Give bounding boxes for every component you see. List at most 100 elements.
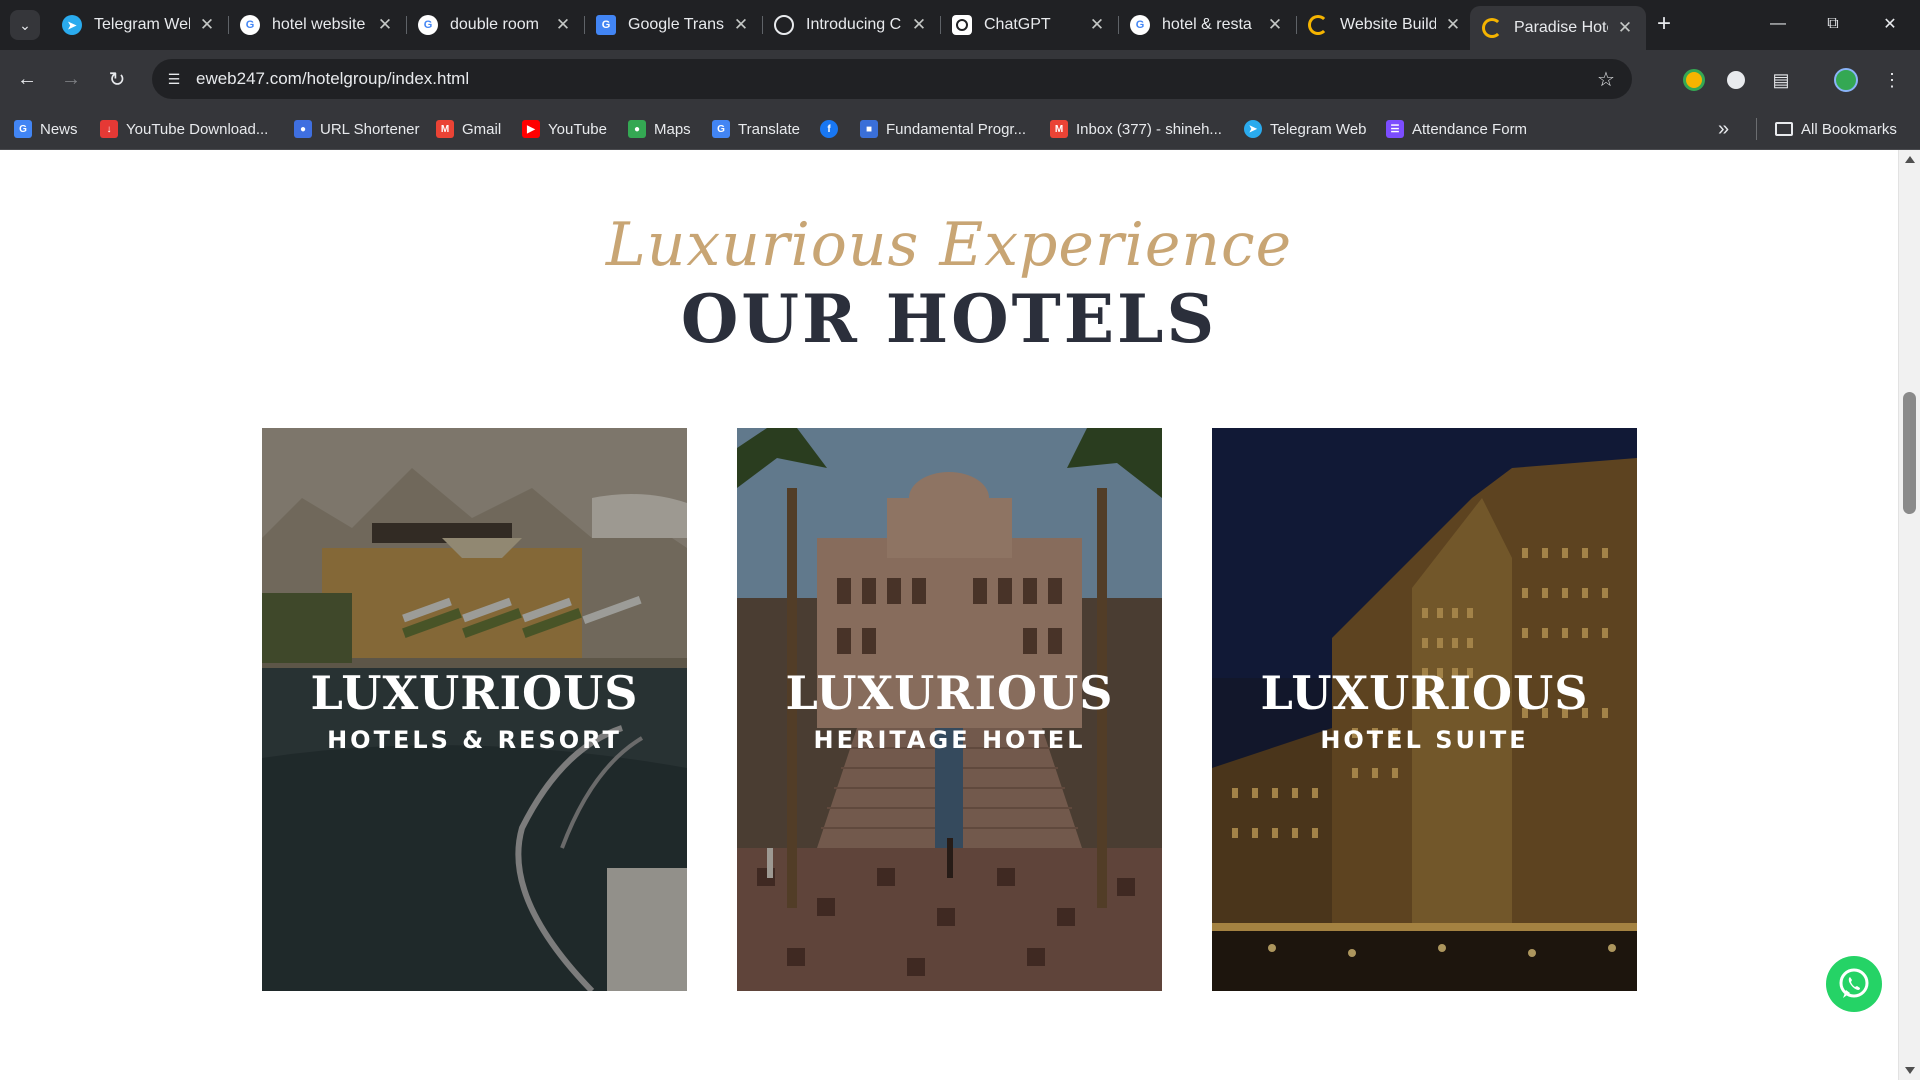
- bookmark-maps[interactable]: ● Maps: [628, 118, 691, 140]
- profile-avatar[interactable]: [1832, 66, 1860, 94]
- tab-title: double room: [450, 16, 539, 33]
- close-icon[interactable]: ✕: [1444, 15, 1462, 35]
- tab-telegram-web[interactable]: ➤ Telegram Web ✕: [50, 8, 229, 42]
- bookmark-label: Maps: [654, 120, 691, 138]
- new-tab-button[interactable]: +: [1650, 10, 1678, 38]
- close-icon[interactable]: ✕: [1616, 18, 1634, 38]
- google-icon: G: [240, 15, 260, 35]
- download-icon: ↓: [100, 120, 118, 138]
- card-subtitle: HOTEL SUITE: [1320, 726, 1529, 754]
- url-text[interactable]: eweb247.com/hotelgroup/index.html: [196, 69, 469, 89]
- back-button[interactable]: ←: [12, 64, 42, 94]
- tab-title: Website Build: [1340, 16, 1436, 33]
- extension-circle-icon[interactable]: [1722, 66, 1750, 94]
- builder-icon: [1308, 15, 1328, 35]
- menu-kebab-icon[interactable]: ⋮: [1878, 66, 1906, 94]
- extension-chrome-on-icon[interactable]: [1680, 66, 1708, 94]
- close-icon[interactable]: ✕: [732, 15, 750, 35]
- tab-chatgpt[interactable]: ChatGPT ✕: [940, 8, 1119, 42]
- restore-button[interactable]: ⧉: [1813, 10, 1853, 38]
- close-icon[interactable]: ✕: [554, 15, 572, 35]
- bookmarks-bar: G News ↓ YouTube Download... ● URL Shortene…: [0, 108, 1920, 150]
- facebook-icon: f: [820, 120, 838, 138]
- close-icon[interactable]: ✕: [910, 15, 928, 35]
- tab-title: Google Transl: [628, 16, 724, 33]
- hotel-card-heritage[interactable]: LUXURIOUS HERITAGE HOTEL: [737, 428, 1162, 991]
- restore-icon: ⧉: [1827, 15, 1839, 32]
- tab-hotel-restaurant[interactable]: G hotel & resta ✕: [1118, 8, 1297, 42]
- tab-introducing[interactable]: Introducing C ✕: [762, 8, 941, 42]
- minimize-icon: —: [1770, 15, 1786, 32]
- maps-pin-icon: ●: [628, 120, 646, 138]
- google-icon: G: [1130, 15, 1150, 35]
- extensions-puzzle-icon[interactable]: ▤: [1767, 66, 1795, 94]
- classroom-icon: ■: [860, 120, 878, 138]
- card-subtitle: HERITAGE HOTEL: [813, 726, 1086, 754]
- tab-title: Telegram Web: [94, 16, 190, 33]
- site-info-icon[interactable]: ☰: [162, 67, 186, 91]
- bookmark-translate[interactable]: G Translate: [712, 118, 800, 140]
- builder-icon: [1482, 18, 1502, 38]
- hotel-card-resort[interactable]: LUXURIOUS HOTELS & RESORT: [262, 428, 687, 991]
- google-translate-icon: G: [596, 15, 616, 35]
- bookmark-youtube[interactable]: ▶ YouTube: [522, 118, 607, 140]
- bookmark-label: All Bookmarks: [1801, 120, 1897, 138]
- bookmark-fundamental-programming[interactable]: ■ Fundamental Progr...: [860, 118, 1026, 140]
- bookmark-inbox[interactable]: M Inbox (377) - shineh...: [1050, 118, 1222, 140]
- gmail-icon: M: [436, 120, 454, 138]
- bookmark-label: Translate: [738, 120, 800, 138]
- bookmark-telegram-web[interactable]: ➤ Telegram Web: [1244, 118, 1366, 140]
- translate-icon: G: [712, 120, 730, 138]
- tab-search-button[interactable]: ⌄: [10, 10, 40, 40]
- section-script-heading: Luxurious Experience: [605, 210, 1293, 280]
- minimize-button[interactable]: —: [1758, 10, 1798, 38]
- bookmark-label: Telegram Web: [1270, 120, 1367, 138]
- close-icon[interactable]: ✕: [198, 15, 216, 35]
- tab-title: hotel & resta: [1162, 16, 1252, 33]
- close-window-button[interactable]: ✕: [1870, 10, 1910, 38]
- card-title: LUXURIOUS: [785, 666, 1114, 720]
- tab-double-room[interactable]: G double room ✕: [406, 8, 585, 42]
- tab-title: Paradise Hote: [1514, 19, 1608, 36]
- bookmark-url-shortener[interactable]: ● URL Shortener: [294, 118, 420, 140]
- bookmarks-overflow-button[interactable]: »: [1718, 118, 1729, 140]
- reload-button[interactable]: ↻: [102, 64, 132, 94]
- bookmark-label: Fundamental Progr...: [886, 120, 1027, 138]
- whatsapp-chat-button[interactable]: [1826, 956, 1882, 1012]
- tab-google-translate[interactable]: G Google Transl ✕: [584, 8, 763, 42]
- tab-website-builder[interactable]: Website Build ✕: [1296, 8, 1474, 42]
- scrollbar-thumb[interactable]: [1903, 392, 1916, 514]
- all-bookmarks-button[interactable]: All Bookmarks: [1756, 118, 1897, 140]
- tab-strip: ⌄ ➤ Telegram Web ✕ G hotel website ✕ G d…: [0, 0, 1920, 50]
- scroll-up-arrow-icon[interactable]: [1905, 156, 1915, 163]
- close-icon: ✕: [1883, 16, 1897, 33]
- tab-hotel-website[interactable]: G hotel website ✕: [228, 8, 407, 42]
- close-icon[interactable]: ✕: [1088, 15, 1106, 35]
- bookmark-attendance-form[interactable]: ☰ Attendance Form: [1386, 118, 1527, 140]
- whatsapp-icon: [1839, 968, 1869, 998]
- bookmark-youtube-downloader[interactable]: ↓ YouTube Download...: [100, 118, 268, 140]
- bookmark-label: News: [40, 120, 78, 138]
- forward-button[interactable]: →: [56, 64, 86, 94]
- close-icon[interactable]: ✕: [376, 15, 394, 35]
- bookmark-label: Attendance Form: [1412, 120, 1528, 138]
- bookmark-facebook[interactable]: f: [820, 118, 846, 140]
- youtube-icon: ▶: [522, 120, 540, 138]
- card-subtitle: HOTELS & RESORT: [327, 726, 622, 754]
- address-bar[interactable]: ☰ eweb247.com/hotelgroup/index.html ☆: [152, 59, 1632, 99]
- tab-paradise-hotel[interactable]: Paradise Hote ✕: [1470, 6, 1646, 50]
- tab-title: Introducing C: [806, 16, 902, 33]
- bookmark-gmail[interactable]: M Gmail: [436, 118, 501, 140]
- arrow-right-icon: →: [61, 67, 81, 90]
- hotel-card-suite[interactable]: LUXURIOUS HOTEL SUITE: [1212, 428, 1637, 991]
- bookmark-label: Gmail: [462, 120, 502, 138]
- page-viewport: Luxurious Experience OUR HOTELS LUXURIOU…: [0, 150, 1898, 1080]
- close-icon[interactable]: ✕: [1266, 15, 1284, 35]
- folder-icon: [1775, 122, 1793, 136]
- page-scrollbar[interactable]: [1898, 150, 1920, 1080]
- bookmark-star-icon[interactable]: ☆: [1592, 65, 1620, 93]
- news-icon: G: [14, 120, 32, 138]
- scroll-down-arrow-icon[interactable]: [1905, 1067, 1915, 1074]
- bookmark-news[interactable]: G News: [14, 118, 78, 140]
- section-heading: OUR HOTELS: [680, 280, 1218, 358]
